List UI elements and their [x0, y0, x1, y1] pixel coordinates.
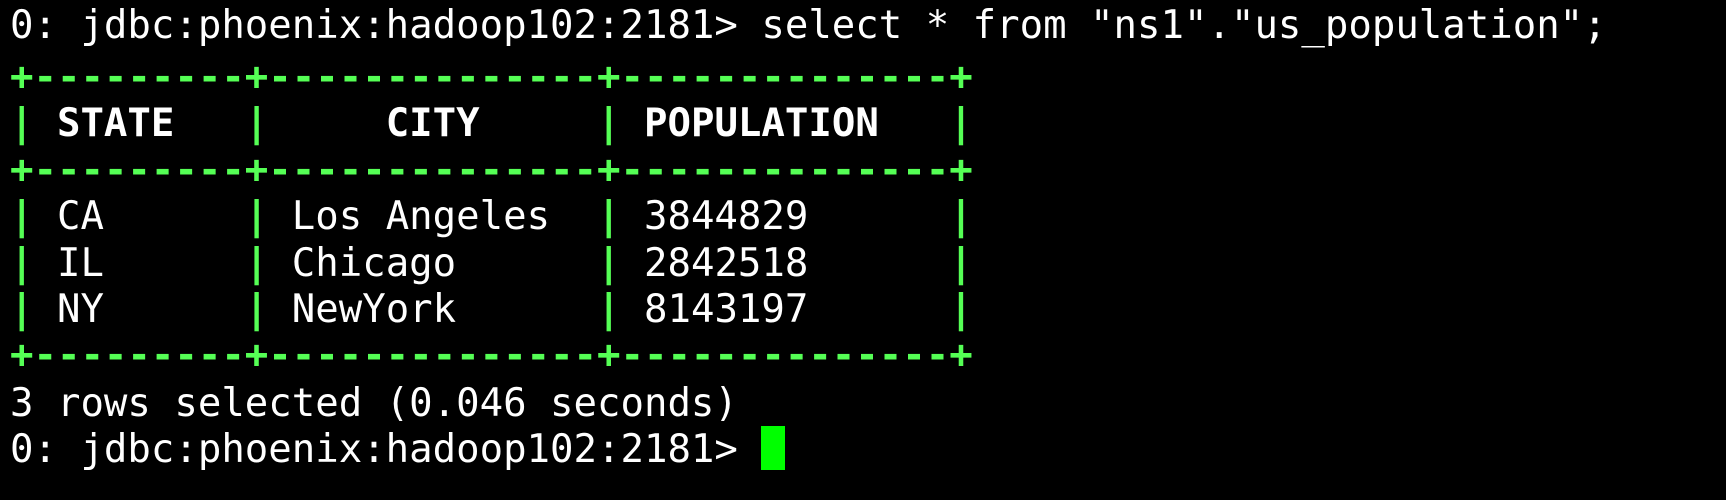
command-line: 0: jdbc:phoenix:hadoop102:2181> select *… [10, 2, 1607, 49]
cell-population: 2842518 [644, 241, 809, 286]
sql-command: select * from "ns1"."us_population"; [761, 3, 1607, 48]
table-header-row: | STATE | CITY | POPULATION | [10, 101, 973, 146]
cell-population: 8143197 [644, 287, 809, 332]
header-population: POPULATION [644, 101, 879, 146]
header-state: STATE [56, 101, 175, 146]
query-summary: 3 rows selected (0.046 seconds) [10, 381, 738, 426]
cell-population: 3844829 [643, 194, 809, 239]
terminal-window[interactable]: 0: jdbc:phoenix:hadoop102:2181> select *… [0, 0, 1726, 500]
cell-state: NY [56, 287, 104, 332]
table-row: | CA | Los Angeles | 3844829 | [10, 194, 973, 239]
cell-state: IL [56, 241, 104, 286]
header-city: CITY [385, 101, 480, 146]
clipped-previous-line [0, 0, 1726, 4]
table-border-bottom: +---------+--------------+--------------… [10, 333, 973, 378]
table-row: | NY | NewYork | 8143197 | [10, 287, 973, 332]
cell-city: NewYork [291, 287, 457, 332]
cell-city: Chicago [291, 241, 457, 286]
prompt: 0: jdbc:phoenix:hadoop102:2181> [10, 3, 762, 48]
text-cursor [761, 426, 786, 470]
cell-state: CA [56, 194, 104, 239]
table-row: | IL | Chicago | 2842518 | [10, 241, 973, 286]
table-border-top: +---------+--------------+--------------… [10, 55, 973, 100]
cell-city: Los Angeles [291, 194, 551, 239]
table-border-header: +---------+--------------+--------------… [10, 148, 973, 193]
prompt: 0: jdbc:phoenix:hadoop102:2181> [10, 427, 762, 472]
input-line[interactable]: 0: jdbc:phoenix:hadoop102:2181> [10, 426, 786, 473]
